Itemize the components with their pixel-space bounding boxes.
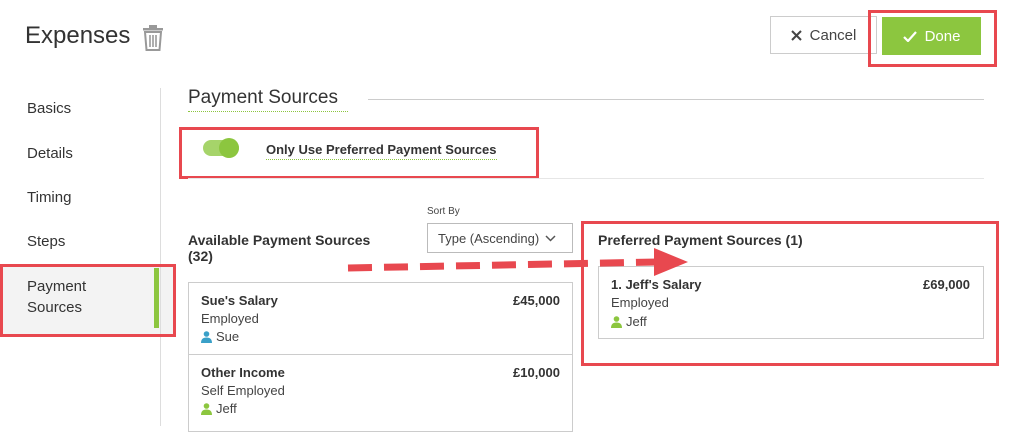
person-icon [201,402,212,415]
sidebar-item-steps[interactable]: Steps [27,233,65,250]
page-title: Expenses [25,22,131,49]
toggle-highlight-box [179,127,539,179]
sidebar-highlight-box [0,264,176,337]
cancel-button[interactable]: Cancel [770,16,877,54]
dashed-arrow-icon [347,248,688,276]
sidebar-item-details[interactable]: Details [27,145,73,162]
source-owner: Sue [201,329,239,344]
separator [188,178,984,179]
sidebar-divider [160,88,161,426]
source-name[interactable]: Other Income [201,365,285,380]
list-divider [189,354,572,355]
section-rule [368,99,984,100]
source-amount: £45,000 [513,293,560,308]
trash-icon[interactable] [141,25,165,51]
close-icon [790,29,802,41]
available-count: (32) [188,248,213,264]
cancel-label: Cancel [809,26,857,44]
source-type: Employed [201,311,259,326]
owner-name: Sue [216,329,240,344]
sort-label: Sort By [427,206,460,217]
source-amount: £10,000 [513,365,560,380]
preferred-highlight-box [581,221,999,366]
owner-name: Jeff [216,401,237,416]
available-title: Available Payment Sources [188,232,371,248]
sidebar-item-basics[interactable]: Basics [27,100,71,117]
sidebar-item-timing[interactable]: Timing [27,189,71,206]
section-title-underline [188,111,348,112]
chevron-down-icon [545,234,556,242]
source-name[interactable]: Sue's Salary [201,293,278,308]
person-icon [201,330,212,343]
section-title: Payment Sources [188,87,338,108]
source-type: Self Employed [201,383,285,398]
source-owner: Jeff [201,401,237,416]
done-highlight-box [868,10,997,67]
sort-value: Type (Ascending) [438,230,540,246]
